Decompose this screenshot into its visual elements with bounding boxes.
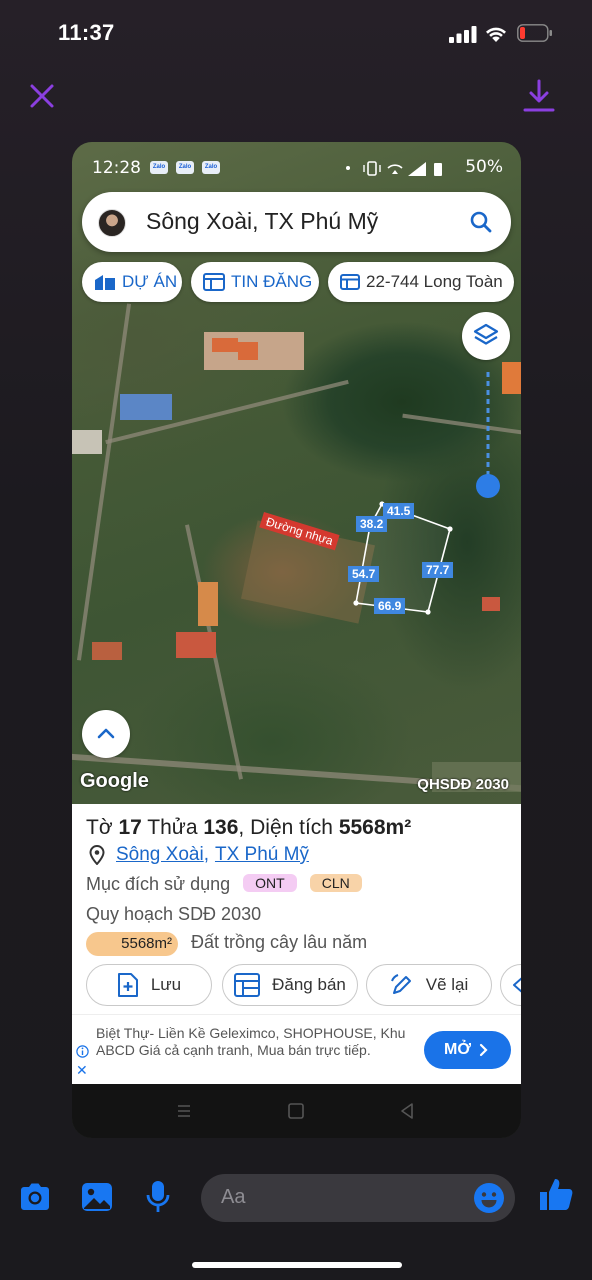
- ad-open-button[interactable]: MỞ: [424, 1031, 511, 1069]
- battery-icon: [517, 24, 552, 42]
- post-for-sale-label: Đăng bán: [272, 975, 346, 994]
- land-use-label: Mục đích sử dụng: [86, 874, 231, 894]
- emoji-icon[interactable]: [473, 1182, 505, 1214]
- wifi-icon: [486, 27, 506, 42]
- add-document-icon: [117, 973, 138, 997]
- chevron-up-icon: [97, 728, 115, 739]
- parcel-outline: [353, 501, 453, 615]
- direction-icon: [513, 977, 521, 993]
- parcel-number: 136: [203, 816, 239, 839]
- parcel-word: Thửa: [147, 816, 198, 839]
- gallery-icon[interactable]: [80, 1180, 114, 1214]
- land-use-tag: CLN: [309, 874, 362, 892]
- ad-banner[interactable]: ✕ Biệt Thự- Liền Kề Geleximco, SHOPHOUSE…: [72, 1014, 521, 1084]
- recent-apps-icon[interactable]: [175, 1102, 193, 1120]
- town-link[interactable]: TX Phú Mỹ: [215, 844, 309, 866]
- planning-row: 5568m² Đất trồng cây lâu năm: [86, 932, 367, 956]
- save-button[interactable]: Lưu: [86, 964, 212, 1006]
- listing-icon: [234, 973, 261, 997]
- ad-text: Biệt Thự- Liền Kề Geleximco, SHOPHOUSE, …: [96, 1025, 406, 1058]
- redraw-button[interactable]: Vẽ lại: [366, 964, 492, 1006]
- area-label: Diện tích: [250, 816, 333, 839]
- message-placeholder: Aa: [221, 1186, 246, 1208]
- parcel-title: Tờ 17 Thửa 136, Diện tích 5568m²: [86, 816, 412, 839]
- dimension-label: 38.2: [356, 516, 388, 532]
- expand-up-button[interactable]: [82, 710, 130, 758]
- message-input[interactable]: Aa: [201, 1174, 515, 1222]
- status-time: 11:37: [58, 20, 115, 45]
- signal-icon: [449, 26, 477, 43]
- planning-use-text: Đất trồng cây lâu năm: [191, 932, 368, 952]
- sheet-number: 17: [118, 816, 142, 839]
- redraw-label: Vẽ lại: [425, 975, 469, 994]
- home-icon[interactable]: [287, 1102, 305, 1120]
- land-use-tag: ONT: [243, 874, 297, 892]
- planning-layer-label: QHSDĐ 2030: [417, 776, 509, 793]
- planning-label: Quy hoạch SDĐ 2030: [86, 904, 262, 924]
- chevron-right-icon: [479, 1043, 488, 1057]
- planning-area-badge: 5568m²: [86, 932, 178, 956]
- back-icon[interactable]: [398, 1102, 416, 1120]
- android-nav-bar: [72, 1084, 521, 1138]
- satellite-map[interactable]: 12:28 Zalo Zalo Zalo 50% Sông Xoài, TX P…: [72, 142, 521, 804]
- dimension-label: 54.7: [348, 566, 380, 582]
- close-icon[interactable]: ✕: [76, 1063, 88, 1077]
- parcel-location: Sông Xoài, TX Phú Mỹ: [88, 844, 309, 866]
- commune-link[interactable]: Sông Xoài: [116, 844, 204, 866]
- redraw-pencil-icon: [390, 974, 411, 994]
- close-icon[interactable]: [28, 82, 56, 110]
- area-value: 5568m²: [338, 816, 412, 839]
- dimension-label: 41.5: [383, 503, 415, 519]
- sheet-word: Tờ: [86, 816, 113, 839]
- ad-open-label: MỞ: [444, 1041, 471, 1058]
- info-icon[interactable]: [76, 1045, 89, 1058]
- location-pin-icon: [89, 845, 105, 865]
- microphone-icon[interactable]: [145, 1180, 171, 1214]
- post-for-sale-button[interactable]: Đăng bán: [222, 964, 358, 1006]
- dimension-label: 66.9: [374, 598, 406, 614]
- ios-status-bar: 11:37: [0, 0, 592, 66]
- land-use-row: Mục đích sử dụng ONT CLN: [86, 874, 362, 895]
- google-logo: Google: [80, 770, 149, 792]
- dimension-label: 77.7: [422, 562, 454, 578]
- home-indicator: [192, 1262, 402, 1268]
- shared-screenshot[interactable]: 12:28 Zalo Zalo Zalo 50% Sông Xoài, TX P…: [72, 142, 521, 1138]
- thumbs-up-icon[interactable]: [538, 1176, 574, 1212]
- camera-icon[interactable]: [18, 1180, 52, 1214]
- download-icon[interactable]: [522, 78, 556, 114]
- save-button-label: Lưu: [150, 975, 182, 994]
